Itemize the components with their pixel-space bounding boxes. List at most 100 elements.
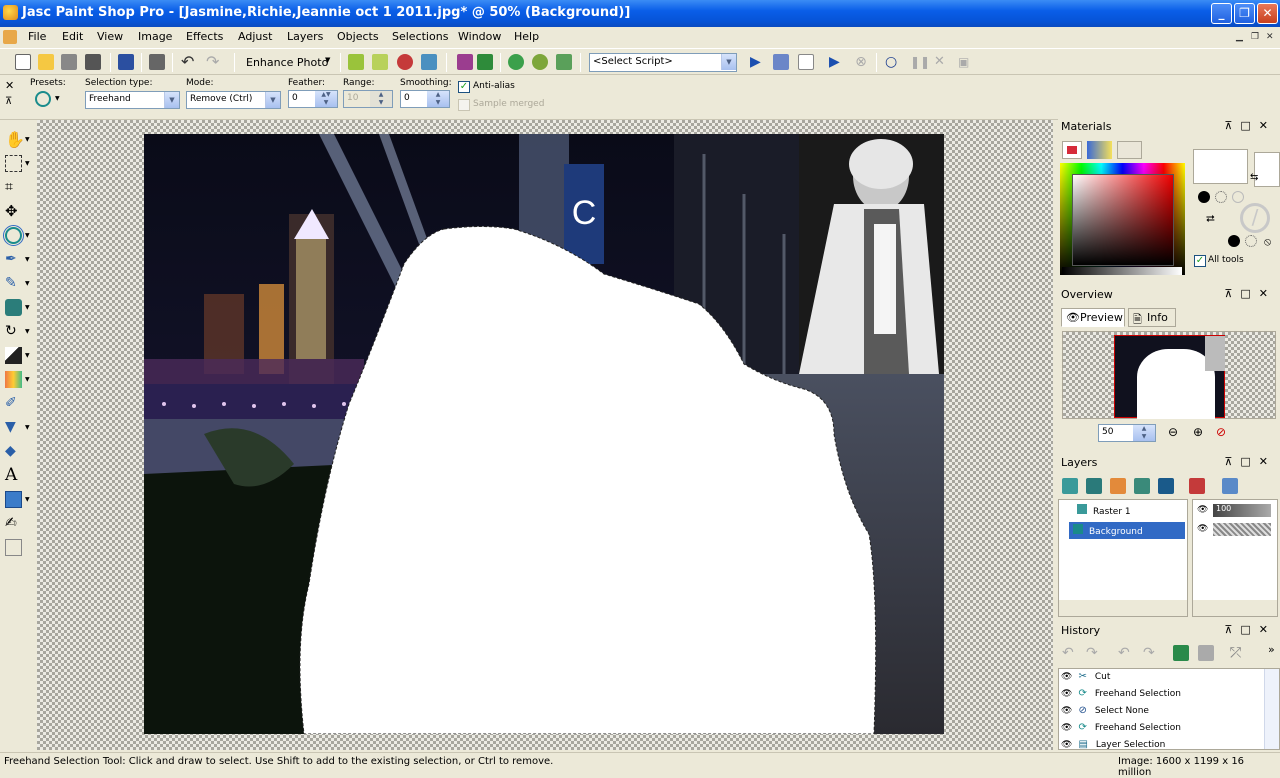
panel-controls[interactable]: ⊼□✕	[1224, 623, 1276, 636]
smoothing-spinner-icon[interactable]: ▲ ▼	[427, 91, 449, 107]
redo-icon[interactable]: ↷	[206, 54, 222, 70]
picture-tube-tool-icon[interactable]: ◆	[5, 443, 22, 460]
preset-shape-tool-icon[interactable]	[5, 491, 22, 508]
foreground-swatch[interactable]	[1193, 149, 1248, 184]
flood-fill-tool-icon[interactable]: ▼	[5, 419, 22, 436]
chevron-down-icon[interactable]: ▼	[164, 92, 179, 108]
gradient-style-icon[interactable]	[1215, 191, 1227, 203]
pattern-tab-icon[interactable]	[1117, 141, 1142, 159]
tab-info[interactable]: 🗎 Info	[1128, 308, 1176, 327]
pan-tool-icon[interactable]: ✋	[5, 131, 25, 148]
bg-gradient-style-icon[interactable]	[1245, 235, 1257, 247]
menu-layers[interactable]: Layers	[287, 30, 323, 43]
scan-icon[interactable]	[85, 54, 101, 70]
history-row[interactable]: 👁 ▤ Layer Selection	[1059, 737, 1264, 749]
open-file-icon[interactable]	[38, 54, 54, 70]
picture-frame-icon[interactable]	[477, 54, 493, 70]
move-tool-icon[interactable]: ✥	[5, 203, 22, 220]
layer-opacity-background[interactable]	[1213, 523, 1271, 536]
dropper-tool-icon[interactable]: ✒	[5, 251, 22, 268]
document-icon[interactable]	[3, 30, 17, 44]
overview-preview[interactable]	[1062, 331, 1276, 419]
one-step-photo-fix-icon[interactable]	[348, 54, 364, 70]
layer-props-hscroll[interactable]	[1193, 600, 1277, 616]
zoom-input[interactable]: 50 ▲ ▼	[1098, 424, 1156, 442]
print-icon[interactable]	[149, 54, 165, 70]
saturation-box[interactable]	[1072, 174, 1174, 266]
menu-image[interactable]: Image	[138, 30, 172, 43]
selection-type-select[interactable]: Freehand ▼	[85, 91, 180, 109]
more-icon[interactable]: »	[1268, 643, 1275, 656]
maximize-button[interactable]: ❐	[1234, 3, 1255, 24]
redo-history-icon[interactable]: ↷	[1086, 645, 1102, 661]
stop-script-icon[interactable]: ⊗	[853, 54, 869, 70]
clone-brush-tool-icon[interactable]	[5, 299, 22, 316]
image-canvas[interactable]: C	[144, 134, 944, 734]
edit-selection-icon[interactable]	[1222, 478, 1238, 494]
layer-row-raster1[interactable]: Raster 1	[1077, 502, 1185, 519]
new-mask-layer-icon[interactable]	[1134, 478, 1150, 494]
enhance-photo-button[interactable]: Enhance Photo	[246, 56, 328, 69]
undo-icon[interactable]: ↶	[181, 54, 197, 70]
script-select[interactable]: <Select Script> ▼	[589, 53, 737, 72]
quickscript-icon[interactable]	[1173, 645, 1189, 661]
menu-window[interactable]: Window	[458, 30, 501, 43]
history-row[interactable]: 👁 ⟳ Freehand Selection	[1059, 686, 1264, 703]
pause-icon[interactable]: ❚❚	[910, 54, 930, 70]
tab-preview[interactable]: 👁 Preview	[1061, 308, 1125, 327]
smoothing-input[interactable]: 0 ▲ ▼	[400, 90, 450, 108]
pen-tool-icon[interactable]: ✍	[5, 515, 22, 532]
object-selection-tool-icon[interactable]	[5, 539, 22, 556]
bg-color-style-icon[interactable]	[1228, 235, 1240, 247]
range-spinner-icon[interactable]: ▲ ▼	[370, 91, 392, 107]
selection-tool-icon[interactable]	[5, 155, 22, 172]
browse-icon[interactable]	[61, 54, 77, 70]
history-row[interactable]: 👁 ✂ Cut	[1059, 669, 1264, 686]
close-button[interactable]: ✕	[1257, 3, 1278, 24]
layers-hscroll[interactable]	[1059, 600, 1187, 616]
grayscale-bar[interactable]	[1062, 267, 1182, 275]
redo-selected-icon[interactable]: ↷	[1143, 645, 1159, 661]
menu-objects[interactable]: Objects	[337, 30, 379, 43]
layer-row-background[interactable]: Background	[1069, 522, 1185, 539]
zoom-spinner-icon[interactable]: ▲ ▼	[1133, 425, 1155, 441]
history-row[interactable]: 👁 ⊘ Select None	[1059, 703, 1264, 720]
menu-help[interactable]: Help	[514, 30, 539, 43]
save-record-icon[interactable]: ▣	[958, 54, 974, 70]
presets-dropdown-icon[interactable]: ▼	[55, 95, 60, 102]
edit-script-icon[interactable]	[773, 54, 789, 70]
doc-minimize-icon[interactable]: ▁	[1236, 32, 1247, 42]
app-icon[interactable]	[3, 5, 18, 20]
menu-selections[interactable]: Selections	[392, 30, 448, 43]
history-scrollbar[interactable]	[1264, 669, 1279, 749]
all-tools-checkbox[interactable]: ✓	[1194, 255, 1206, 267]
crop-tool-icon[interactable]: ⌗	[5, 179, 22, 196]
zoom-out-icon[interactable]: ⊖	[1168, 425, 1178, 439]
zoom-reset-icon[interactable]: ⊘	[1216, 425, 1226, 439]
color-style-icon[interactable]	[1198, 191, 1210, 203]
layer-yellow-icon[interactable]	[532, 54, 548, 70]
eraser-tool-icon[interactable]: ✐	[5, 395, 22, 412]
adjust-hue-icon[interactable]	[457, 54, 473, 70]
new-raster-layer-icon[interactable]	[1062, 478, 1078, 494]
script-output-icon[interactable]	[798, 54, 814, 70]
layer-green-icon[interactable]	[508, 54, 524, 70]
zoom-in-icon[interactable]: ⊕	[1193, 425, 1203, 439]
save-icon[interactable]	[118, 54, 134, 70]
clear-history-icon[interactable]: ⤱	[1230, 645, 1246, 661]
range-input[interactable]: 10 ▲ ▼	[343, 90, 393, 108]
menu-view[interactable]: View	[97, 30, 123, 43]
panel-controls[interactable]: ⊼□✕	[1224, 119, 1276, 132]
run-script-dialog-icon[interactable]: ▶	[829, 54, 845, 70]
visibility-eye-icon[interactable]: 👁	[1197, 505, 1208, 515]
pin-icon[interactable]: ⊼	[5, 96, 12, 107]
scratch-remover-tool-icon[interactable]: ↻	[5, 323, 22, 340]
record-icon[interactable]: ○	[885, 54, 901, 70]
anti-alias-checkbox[interactable]: ✓	[458, 81, 470, 93]
gradient-tab-icon[interactable]	[1087, 141, 1112, 159]
swap-materials-icon[interactable]: ⮂	[1206, 212, 1215, 226]
menu-file[interactable]: File	[28, 30, 46, 43]
layer-opacity-raster1[interactable]: 100	[1213, 504, 1271, 517]
visibility-eye-icon[interactable]: 👁	[1197, 524, 1208, 534]
clarify-icon[interactable]	[421, 54, 437, 70]
